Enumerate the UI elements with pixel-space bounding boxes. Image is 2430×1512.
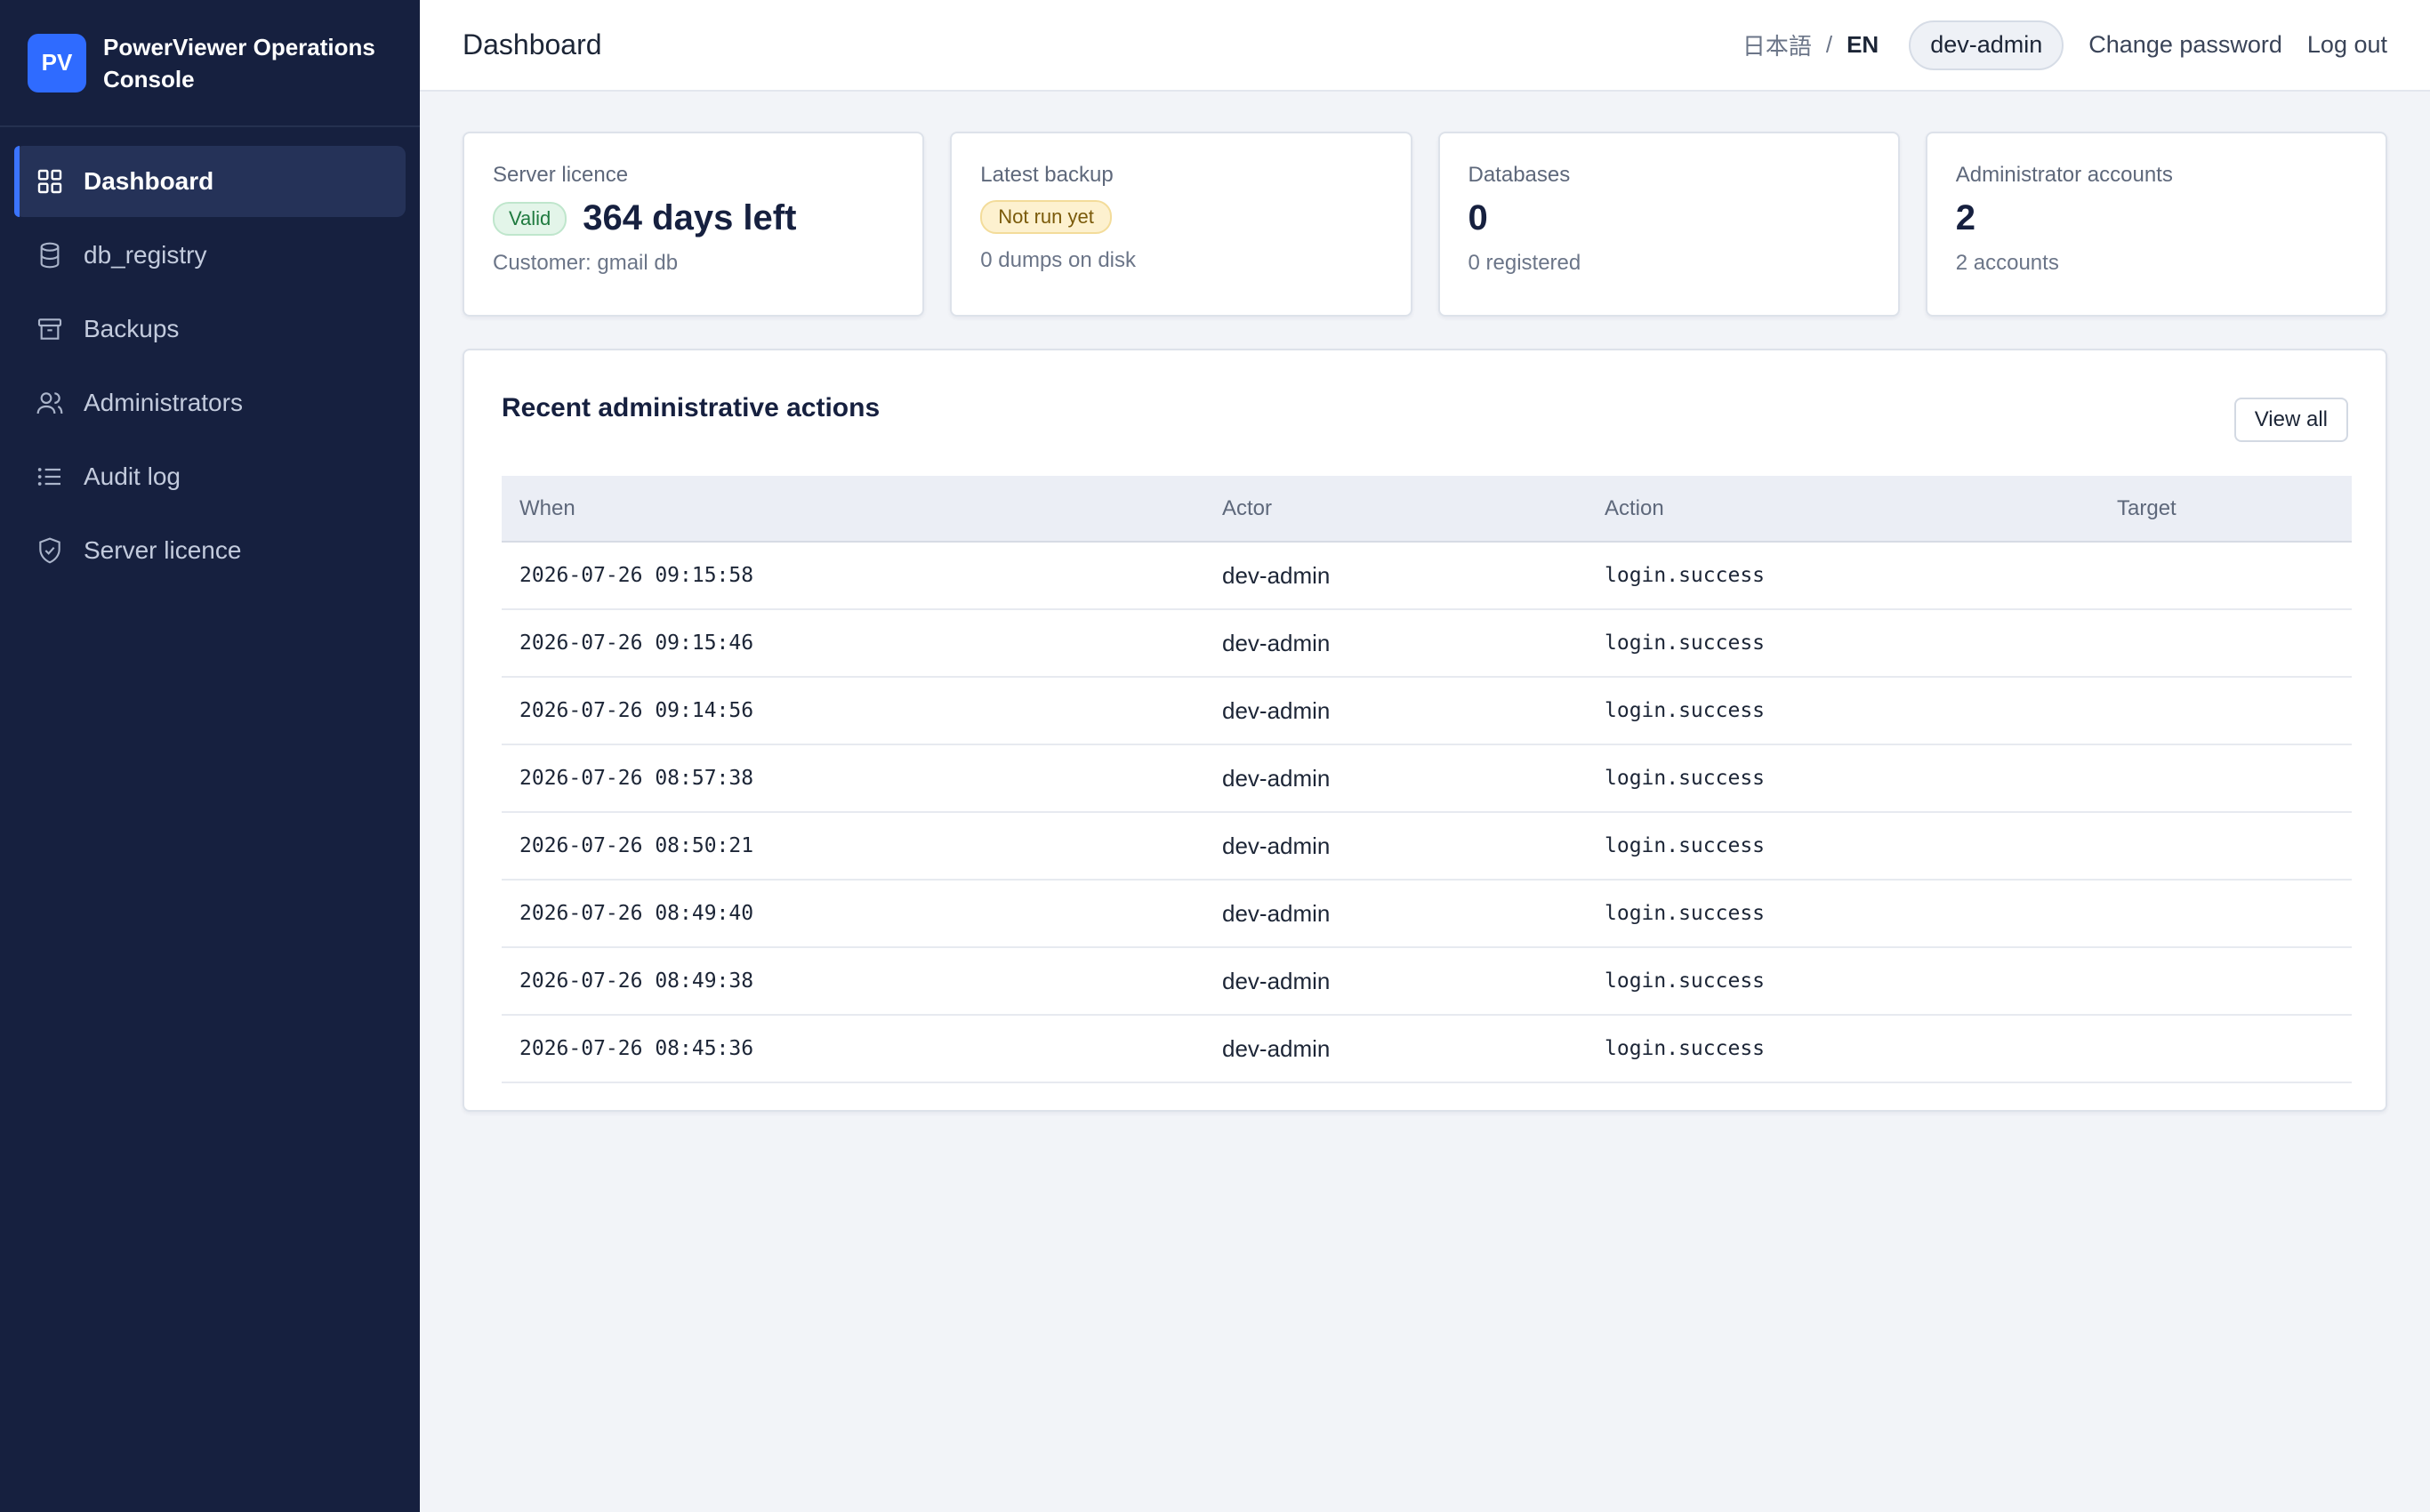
recent-actions-panel: Recent administrative actions View all W… (463, 349, 2387, 1112)
cell-action: login.success (1587, 677, 2099, 745)
sidebar-item-label: Server licence (84, 536, 242, 564)
recent-actions-table: When Actor Action Target 2026-07-26 09:1… (502, 476, 2352, 1083)
admins-count: 2 (1955, 198, 1975, 237)
cell-actor: dev-admin (1204, 542, 1587, 610)
table-header-row: When Actor Action Target (502, 476, 2352, 543)
brand[interactable]: PV PowerViewer Operations Console (0, 0, 420, 127)
sidebar-item-server-licence[interactable]: Server licence (14, 515, 406, 586)
licence-card-label: Server licence (493, 163, 629, 187)
cell-target (2099, 744, 2352, 813)
recent-actions-title: Recent administrative actions (502, 393, 881, 422)
column-header-action[interactable]: Action (1587, 476, 2099, 543)
cell-action: login.success (1587, 812, 2099, 881)
cell-target (2099, 609, 2352, 678)
cell-when: 2026-07-26 08:45:36 (502, 1015, 1204, 1083)
language-separator: / (1825, 31, 1833, 58)
backup-dumps-count: 0 dumps on disk (980, 248, 1137, 272)
column-header-actor[interactable]: Actor (1204, 476, 1587, 543)
cell-target (2099, 677, 2352, 745)
sidebar-item-label: Audit log (84, 462, 181, 490)
admins-card: Administrator accounts 2 2 accounts (1925, 132, 2387, 317)
cell-target (2099, 947, 2352, 1016)
cell-action: login.success (1587, 609, 2099, 678)
table-row[interactable]: 2026-07-26 09:15:46 dev-admin login.succ… (502, 609, 2352, 678)
summary-cards: Server licence Valid 364 days left Custo… (463, 132, 2387, 317)
column-header-target[interactable]: Target (2099, 476, 2352, 543)
cell-actor: dev-admin (1204, 880, 1587, 948)
shield-check-icon (36, 536, 64, 565)
cell-actor: dev-admin (1204, 677, 1587, 745)
cell-actor: dev-admin (1204, 812, 1587, 881)
sidebar-nav: Dashboard db_registry Backups Administra… (0, 127, 420, 586)
licence-card: Server licence Valid 364 days left Custo… (463, 132, 925, 317)
top-header: Dashboard 日本語 / EN dev-admin Change pass… (420, 0, 2430, 92)
backup-card: Latest backup Not run yet 0 dumps on dis… (950, 132, 1412, 317)
cell-action: login.success (1587, 1015, 2099, 1083)
cell-when: 2026-07-26 08:49:38 (502, 947, 1204, 1016)
cell-action: login.success (1587, 947, 2099, 1016)
cell-when: 2026-07-26 09:15:58 (502, 542, 1204, 610)
sidebar-item-label: Backups (84, 315, 180, 342)
change-password-link[interactable]: Change password (2088, 31, 2282, 59)
list-icon (36, 462, 64, 491)
table-row[interactable]: 2026-07-26 08:49:40 dev-admin login.succ… (502, 880, 2352, 948)
cell-target (2099, 880, 2352, 948)
table-row[interactable]: 2026-07-26 08:49:38 dev-admin login.succ… (502, 947, 2352, 1016)
brand-name: PowerViewer Operations Console (103, 33, 375, 92)
cell-actor: dev-admin (1204, 1015, 1587, 1083)
sidebar-item-label: Administrators (84, 389, 243, 416)
cell-action: login.success (1587, 542, 2099, 610)
table-row[interactable]: 2026-07-26 08:45:36 dev-admin login.succ… (502, 1015, 2352, 1083)
users-icon (36, 389, 64, 417)
cell-target (2099, 1015, 2352, 1083)
sidebar-item-db-registry[interactable]: db_registry (14, 220, 406, 291)
cell-target (2099, 812, 2352, 881)
cell-action: login.success (1587, 880, 2099, 948)
cell-when: 2026-07-26 08:50:21 (502, 812, 1204, 881)
table-row[interactable]: 2026-07-26 09:14:56 dev-admin login.succ… (502, 677, 2352, 745)
sidebar: PV PowerViewer Operations Console Dashbo… (0, 0, 420, 1512)
sidebar-item-administrators[interactable]: Administrators (14, 367, 406, 438)
page-title: Dashboard (463, 28, 602, 60)
sidebar-item-label: Dashboard (84, 167, 214, 195)
sidebar-item-audit-log[interactable]: Audit log (14, 441, 406, 512)
grid-icon (36, 167, 64, 196)
table-row[interactable]: 2026-07-26 08:57:38 dev-admin login.succ… (502, 744, 2352, 813)
cell-actor: dev-admin (1204, 947, 1587, 1016)
table-row[interactable]: 2026-07-26 08:50:21 dev-admin login.succ… (502, 812, 2352, 881)
cell-action: login.success (1587, 744, 2099, 813)
archive-icon (36, 315, 64, 343)
backup-card-label: Latest backup (980, 163, 1114, 187)
user-badge[interactable]: dev-admin (1909, 20, 2064, 70)
cell-when: 2026-07-26 09:14:56 (502, 677, 1204, 745)
licence-days-left: 364 days left (583, 198, 797, 237)
databases-card: Databases 0 0 registered (1437, 132, 1900, 317)
sidebar-item-label: db_registry (84, 241, 207, 269)
cell-when: 2026-07-26 09:15:46 (502, 609, 1204, 678)
backup-status-badge: Not run yet (980, 200, 1112, 234)
cell-actor: dev-admin (1204, 609, 1587, 678)
cell-when: 2026-07-26 08:49:40 (502, 880, 1204, 948)
column-header-when[interactable]: When (502, 476, 1204, 543)
databases-card-label: Databases (1468, 163, 1571, 187)
brand-logo: PV (28, 33, 86, 92)
admins-card-label: Administrator accounts (1955, 163, 2173, 187)
database-icon (36, 241, 64, 269)
view-all-button[interactable]: View all (2233, 398, 2348, 442)
header-actions: 日本語 / EN dev-admin Change password Log o… (1742, 20, 2387, 70)
licence-status-badge: Valid (493, 201, 567, 236)
language-japanese-link[interactable]: 日本語 (1742, 28, 1812, 61)
cell-target (2099, 542, 2352, 610)
licence-customer: Customer: gmail db (493, 251, 679, 275)
cell-actor: dev-admin (1204, 744, 1587, 813)
logout-link[interactable]: Log out (2307, 31, 2387, 59)
databases-count: 0 (1468, 198, 1488, 237)
table-row[interactable]: 2026-07-26 09:15:58 dev-admin login.succ… (502, 542, 2352, 610)
sidebar-item-dashboard[interactable]: Dashboard (14, 146, 406, 217)
cell-when: 2026-07-26 08:57:38 (502, 744, 1204, 813)
sidebar-item-backups[interactable]: Backups (14, 294, 406, 365)
language-english-link[interactable]: EN (1847, 31, 1879, 59)
admins-accounts: 2 accounts (1955, 251, 2059, 275)
databases-registered: 0 registered (1468, 251, 1581, 275)
